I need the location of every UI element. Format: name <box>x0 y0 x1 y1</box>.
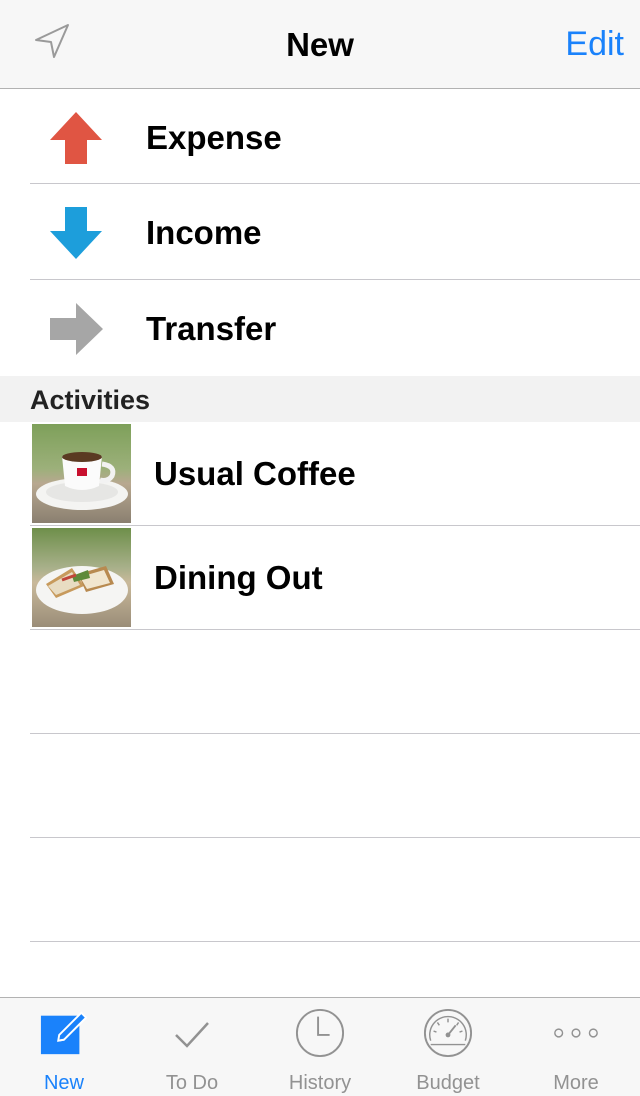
activity-label: Dining Out <box>154 559 323 596</box>
checkmark-icon <box>167 1008 217 1058</box>
empty-row-separator <box>30 837 640 838</box>
arrow-right-icon <box>46 300 106 358</box>
tab-to-do[interactable]: To Do <box>128 998 256 1096</box>
empty-row-separator <box>30 733 640 734</box>
clock-icon <box>295 1008 345 1058</box>
sandwich-plate-photo <box>32 528 131 627</box>
empty-row-separator <box>30 941 640 942</box>
expense-row[interactable]: Expense <box>0 89 640 184</box>
compose-icon <box>39 1008 89 1058</box>
tab-history[interactable]: History <box>256 998 384 1096</box>
tab-label: To Do <box>165 1072 219 1094</box>
page-title: New <box>286 26 354 63</box>
tab-bar: New To Do History Budget More <box>0 997 640 1096</box>
coffee-cup-photo <box>32 424 131 523</box>
activity-dining-out[interactable]: Dining Out <box>0 526 640 630</box>
income-label: Income <box>146 214 262 251</box>
transfer-row[interactable]: Transfer <box>0 280 640 376</box>
more-dots-icon <box>551 1008 601 1058</box>
activity-label: Usual Coffee <box>154 455 356 492</box>
row-separator <box>30 629 640 630</box>
tab-label: New <box>43 1072 84 1094</box>
arrow-down-icon <box>46 204 106 262</box>
section-title: Activities <box>30 385 151 415</box>
activity-usual-coffee[interactable]: Usual Coffee <box>0 422 640 526</box>
tab-label: Budget <box>416 1072 480 1094</box>
tab-more[interactable]: More <box>512 998 640 1096</box>
expense-label: Expense <box>146 119 282 156</box>
activities-section-header: Activities <box>0 376 640 422</box>
tab-label: More <box>553 1072 599 1094</box>
tab-budget[interactable]: Budget <box>384 998 512 1096</box>
tab-label: History <box>288 1072 352 1094</box>
income-row[interactable]: Income <box>0 184 640 280</box>
arrow-up-icon <box>46 109 106 167</box>
navigation-bar: New Edit <box>0 0 640 89</box>
tab-new[interactable]: New <box>0 998 128 1096</box>
transfer-label: Transfer <box>146 310 277 347</box>
speedometer-icon <box>423 1008 473 1058</box>
edit-button[interactable]: Edit <box>565 25 624 64</box>
